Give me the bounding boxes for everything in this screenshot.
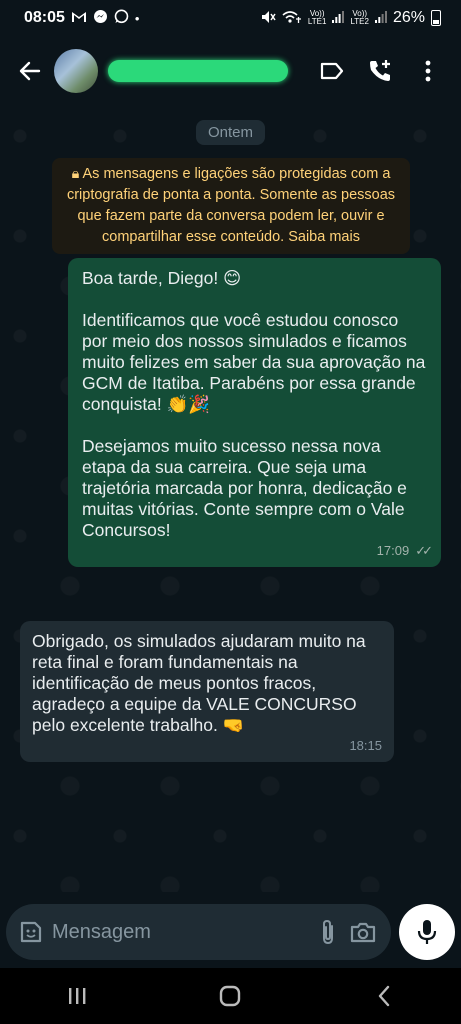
message-bubble-outgoing[interactable]: Boa tarde, Diego! 😊 Identificamos que vo… bbox=[68, 258, 441, 567]
status-time: 08:05 bbox=[24, 9, 65, 26]
whatsapp-icon bbox=[114, 9, 129, 27]
signal-sim2-icon bbox=[374, 10, 387, 26]
more-options-button[interactable] bbox=[413, 56, 443, 86]
encryption-notice-text: As mensagens e ligações são protegidas c… bbox=[66, 166, 396, 245]
home-icon bbox=[220, 985, 241, 1007]
gmail-icon bbox=[71, 10, 87, 26]
sticker-icon bbox=[20, 921, 42, 943]
message-composer bbox=[6, 904, 391, 960]
signal-sim1-icon bbox=[332, 10, 345, 26]
paperclip-icon bbox=[323, 919, 333, 945]
contact-name-redacted[interactable] bbox=[108, 60, 288, 82]
lock-icon: 🔒︎ bbox=[71, 166, 80, 182]
chat-area[interactable]: Ontem 🔒︎ As mensagens e ligações são pro… bbox=[0, 106, 461, 892]
chat-header bbox=[0, 36, 461, 106]
message-time: 17:09 bbox=[376, 543, 410, 558]
system-back-button[interactable] bbox=[354, 976, 414, 1016]
sim1-indicator: Vo)) LTE1 bbox=[307, 9, 327, 26]
wifi-calling-icon bbox=[282, 10, 302, 27]
message-meta: 18:15 bbox=[349, 735, 382, 756]
sticker-button[interactable] bbox=[18, 917, 44, 947]
recents-icon bbox=[68, 988, 86, 1004]
more-options-icon bbox=[425, 60, 431, 82]
voice-message-button[interactable] bbox=[399, 904, 455, 960]
message-input[interactable] bbox=[44, 911, 319, 953]
message-paragraph: Obrigado, os simulados ajudaram muito na… bbox=[32, 631, 366, 735]
message-paragraph: Boa tarde, Diego! 😊 bbox=[82, 268, 242, 288]
recents-button[interactable] bbox=[47, 976, 107, 1016]
message-meta: 17:09 ✓✓ bbox=[376, 540, 433, 561]
battery-icon bbox=[431, 10, 441, 26]
contact-avatar[interactable] bbox=[54, 49, 98, 93]
label-button[interactable] bbox=[317, 56, 347, 86]
date-chip: Ontem bbox=[196, 120, 266, 145]
message-bubble-incoming[interactable]: Obrigado, os simulados ajudaram muito na… bbox=[20, 621, 394, 762]
microphone-icon bbox=[417, 920, 437, 944]
attach-button[interactable] bbox=[319, 917, 337, 947]
double-check-icon: ✓✓ bbox=[415, 543, 433, 558]
message-time: 18:15 bbox=[349, 738, 382, 753]
message-paragraph: Identificamos que você estudou conosco p… bbox=[82, 310, 426, 414]
mute-icon bbox=[260, 10, 276, 27]
notification-dot-icon: • bbox=[134, 10, 140, 26]
battery-percent: 26% bbox=[392, 9, 425, 26]
camera-icon bbox=[350, 922, 376, 943]
encryption-notice[interactable]: 🔒︎ As mensagens e ligações são protegida… bbox=[52, 158, 410, 254]
arrow-left-icon bbox=[19, 61, 41, 81]
messenger-icon bbox=[93, 9, 108, 27]
add-call-button[interactable] bbox=[365, 56, 395, 86]
sim2-indicator: Vo)) LTE2 bbox=[350, 9, 369, 26]
add-call-icon bbox=[370, 60, 390, 81]
status-bar: 08:05 • Vo)) LTE1 Vo)) LTE2 26% bbox=[0, 0, 461, 36]
back-button[interactable] bbox=[10, 51, 50, 91]
message-paragraph: Desejamos muito sucesso nessa nova etapa… bbox=[82, 436, 407, 540]
chevron-left-icon bbox=[378, 985, 390, 1007]
system-navigation-bar bbox=[0, 968, 461, 1024]
home-button[interactable] bbox=[200, 976, 260, 1016]
camera-button[interactable] bbox=[349, 917, 377, 947]
label-icon bbox=[320, 62, 344, 80]
